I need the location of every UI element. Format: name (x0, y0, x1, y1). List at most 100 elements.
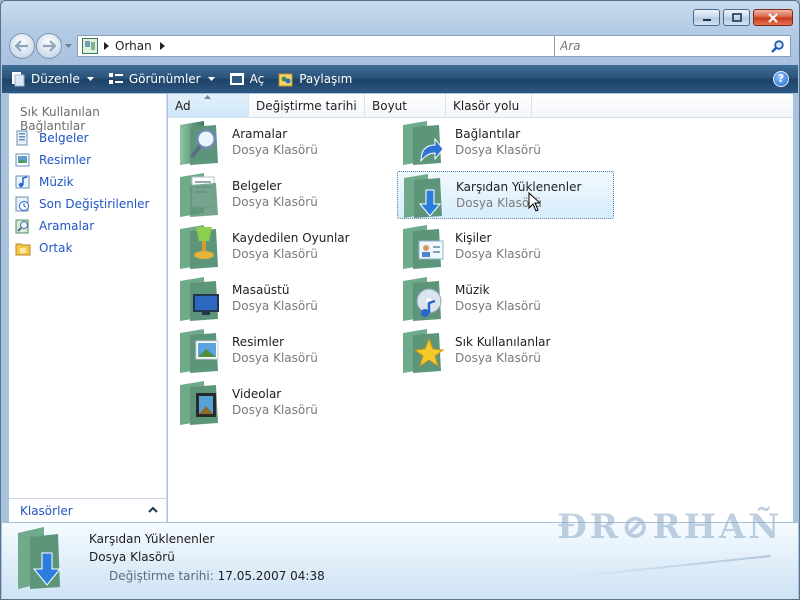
address-row: Orhan (9, 33, 791, 59)
folder-tile[interactable]: Bağlantılar Dosya Klasörü (399, 119, 616, 167)
column-header-name[interactable]: Ad (168, 94, 249, 118)
folder-tile[interactable]: Videolar Dosya Klasörü (176, 379, 393, 427)
maximize-button[interactable] (723, 9, 750, 26)
nav-link-searches[interactable]: Aramalar (15, 215, 149, 237)
folder-type: Dosya Klasörü (232, 143, 318, 157)
search-input[interactable] (560, 39, 760, 53)
open-button[interactable]: Aç (229, 72, 265, 86)
nav-link-recent[interactable]: Son Değiştirilenler (15, 193, 149, 215)
folder-tile[interactable]: Aramalar Dosya Klasörü (176, 119, 393, 167)
column-header-label: Değiştirme tarihi (256, 99, 357, 113)
folder-name: Karşıdan Yüklenenler (456, 180, 582, 194)
folder-name: Resimler (232, 335, 285, 349)
folder-tile[interactable]: Belgeler Dosya Klasörü (176, 171, 393, 219)
column-header-label: Klasör yolu (453, 99, 520, 113)
folder-location-icon (82, 38, 98, 54)
folder-type: Dosya Klasörü (232, 351, 318, 365)
chevron-down-icon (86, 77, 94, 81)
folder-tile[interactable]: Müzik Dosya Klasörü (399, 275, 616, 323)
details-modified: Değiştirme tarihi: 17.05.2007 04:38 (109, 569, 325, 583)
back-button[interactable] (9, 33, 35, 59)
views-icon (108, 72, 124, 86)
folder-name: Kaydedilen Oyunlar (232, 231, 350, 245)
breadcrumb-item[interactable]: Orhan (115, 39, 152, 53)
organize-label: Düzenle (31, 72, 80, 86)
organize-button[interactable]: Düzenle (10, 71, 94, 87)
folder-tile[interactable]: Masaüstü Dosya Klasörü (176, 275, 393, 323)
nav-link-documents[interactable]: Belgeler (15, 127, 149, 149)
folder-type: Dosya Klasörü (455, 247, 541, 261)
close-button[interactable] (753, 9, 793, 26)
breadcrumb: Orhan (104, 39, 165, 53)
nav-link-music[interactable]: Müzik (15, 171, 149, 193)
folders-toggle[interactable]: Klasörler (9, 498, 166, 522)
favorite-links-list: Belgeler Resimler Müzik Son Değiştirilen… (15, 127, 149, 259)
folder-name: Videolar (232, 387, 282, 401)
folder-tile[interactable]: Sık Kullanılanlar Dosya Klasörü (399, 327, 616, 375)
forward-button[interactable] (36, 33, 62, 59)
column-header-size[interactable]: Boyut (365, 94, 446, 118)
column-header-folder-path[interactable]: Klasör yolu (446, 94, 532, 118)
forward-arrow-icon (43, 40, 56, 52)
folder-type: Dosya Klasörü (455, 351, 541, 365)
saved-games-folder-icon (176, 223, 224, 271)
folder-type: Dosya Klasörü (456, 196, 542, 210)
share-icon (278, 71, 294, 87)
details-modified-label: Değiştirme tarihi: (109, 569, 214, 583)
desktop-folder-icon (176, 275, 224, 323)
chevron-down-icon (64, 44, 72, 48)
pictures-folder-icon (176, 327, 224, 375)
back-arrow-icon (15, 40, 28, 52)
search-box[interactable] (554, 35, 791, 57)
help-button[interactable]: ? (773, 71, 789, 87)
nav-link-label: Resimler (39, 153, 92, 167)
explorer-window: Orhan Düzenle (0, 0, 800, 600)
music-folder-icon (399, 275, 447, 323)
folder-type: Dosya Klasörü (232, 403, 318, 417)
address-bar[interactable]: Orhan (77, 35, 590, 57)
folder-tile[interactable]: Kişiler Dosya Klasörü (399, 223, 616, 271)
search-icon[interactable] (771, 40, 784, 53)
nav-link-label: Belgeler (39, 131, 89, 145)
videos-folder-icon (176, 379, 224, 427)
folder-name: Masaüstü (232, 283, 290, 297)
sort-ascending-icon (204, 95, 211, 99)
nav-link-label: Son Değiştirilenler (39, 197, 150, 211)
pictures-icon (15, 152, 31, 168)
share-button[interactable]: Paylaşım (278, 71, 352, 87)
minimize-button[interactable] (693, 9, 720, 26)
details-type: Dosya Klasörü (89, 550, 175, 564)
folder-type: Dosya Klasörü (455, 299, 541, 313)
command-bar: Düzenle Görünümler Aç Paylaşım ? (2, 65, 798, 93)
nav-link-pictures[interactable]: Resimler (15, 149, 149, 171)
breadcrumb-arrow-icon[interactable] (104, 42, 109, 50)
folder-name: Bağlantılar (455, 127, 521, 141)
breadcrumb-arrow-icon[interactable] (159, 42, 165, 50)
column-header-date-modified[interactable]: Değiştirme tarihi (249, 94, 365, 118)
folder-name: Belgeler (232, 179, 282, 193)
column-headers: Ad Değiştirme tarihi Boyut Klasör yolu (168, 94, 793, 118)
chevron-up-icon (148, 506, 158, 513)
navigation-pane: Sık Kullanılan Bağlantılar Belgeler Resi… (9, 94, 167, 522)
favorites-folder-icon (399, 327, 447, 375)
open-icon (229, 72, 245, 86)
folder-name: Müzik (455, 283, 490, 297)
open-label: Aç (249, 72, 265, 86)
views-label: Görünümler (128, 72, 201, 86)
folder-name: Kişiler (455, 231, 492, 245)
public-icon (15, 240, 31, 256)
nav-link-label: Ortak (39, 241, 73, 255)
recent-pages-dropdown[interactable] (63, 44, 73, 48)
caption-buttons (693, 9, 793, 26)
mouse-pointer-icon (528, 192, 540, 212)
folder-tile[interactable]: Kaydedilen Oyunlar Dosya Klasörü (176, 223, 393, 271)
nav-link-public[interactable]: Ortak (15, 237, 149, 259)
watermark-text: ÐR⊘RHAÑ (557, 507, 783, 547)
folder-type: Dosya Klasörü (232, 247, 318, 261)
search-folder-icon (176, 119, 224, 167)
views-button[interactable]: Görünümler (108, 72, 215, 86)
folder-type: Dosya Klasörü (455, 143, 541, 157)
folder-tile-selected[interactable]: Karşıdan Yüklenenler Dosya Klasörü (397, 171, 614, 219)
documents-folder-icon (176, 171, 224, 219)
folder-tile[interactable]: Resimler Dosya Klasörü (176, 327, 393, 375)
